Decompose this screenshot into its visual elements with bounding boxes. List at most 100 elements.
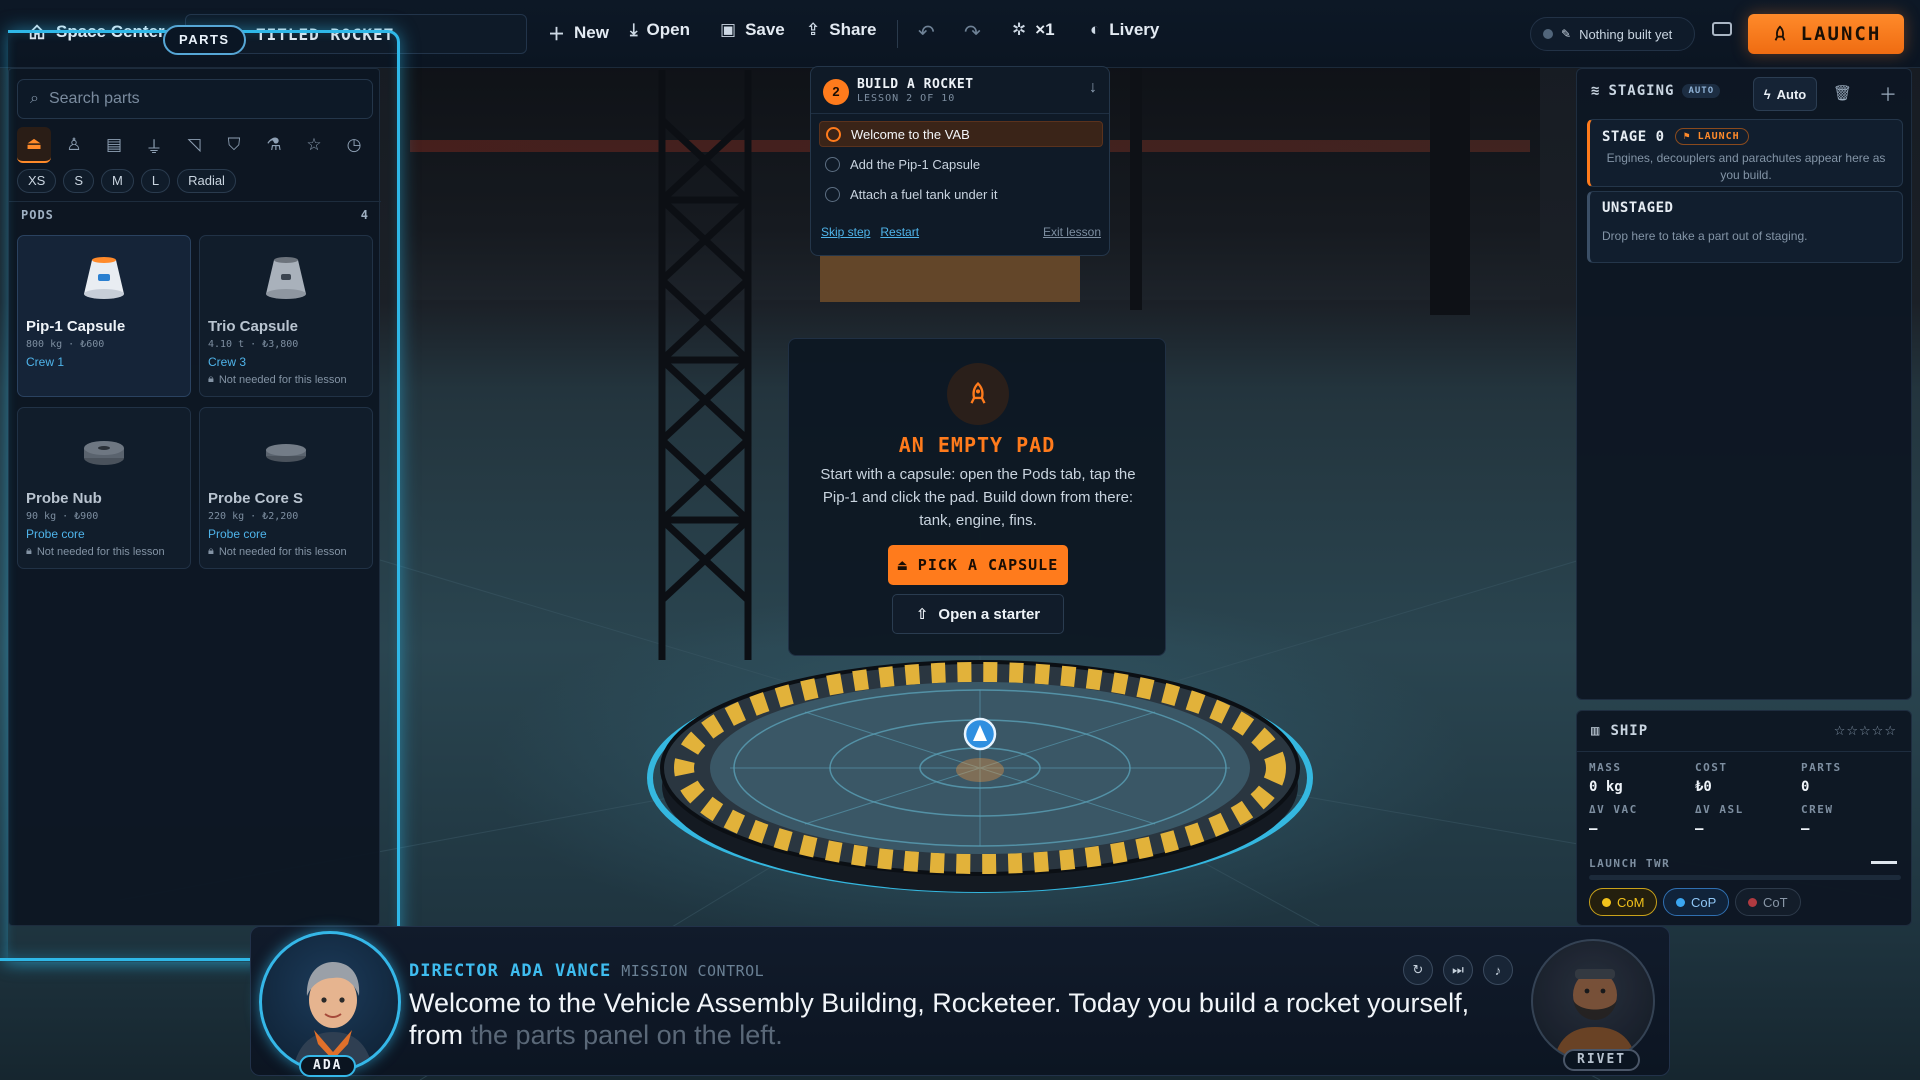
ada-portrait <box>259 931 401 1073</box>
launch-button[interactable]: LAUNCH <box>1748 14 1904 54</box>
search-input[interactable] <box>48 90 349 108</box>
search-icon: ⌕ <box>30 90 39 107</box>
part-card-probe-nub[interactable]: Probe Nub 90 kg · ₺900 Probe core 🔒︎ Not … <box>17 407 191 569</box>
recent-icon[interactable]: ◷ <box>337 127 371 163</box>
share-icon: ⇪ <box>806 20 821 39</box>
open-button[interactable]: ⤓ Open <box>630 20 690 40</box>
livery-button[interactable]: ◐ Livery <box>1090 20 1159 40</box>
lock-icon: 🔒︎ <box>208 373 214 385</box>
lesson-step-3[interactable]: Attach a fuel tank under it <box>819 181 1103 207</box>
unstaged-dropzone[interactable]: UNSTAGED Drop here to take a part out of… <box>1587 191 1903 263</box>
category-tabs: ⏏ ♙ ▤ ⏚ ◹ ⛉ ⚗ ☆ ◷ <box>17 127 371 163</box>
rocket-icon <box>1774 25 1785 41</box>
parts-panel: ⌕ ⏏ ♙ ▤ ⏚ ◹ ⛉ ⚗ ☆ ◷ XS S M L Radial PODS… <box>8 68 381 926</box>
lesson-step-2[interactable]: Add the Pip-1 Capsule <box>819 151 1103 177</box>
space-center-label: Space Center <box>56 22 165 41</box>
cop-toggle[interactable]: CoP <box>1663 888 1730 916</box>
launch-label: LAUNCH <box>1800 23 1882 45</box>
replay-icon[interactable]: ↻ <box>1403 955 1433 985</box>
parts-tab-chip[interactable]: PARTS <box>163 25 246 55</box>
volume-icon[interactable]: ♪ <box>1483 955 1513 985</box>
size-filter-l[interactable]: L <box>140 169 171 193</box>
restart-link[interactable]: Restart <box>880 225 919 239</box>
part-type: Probe core <box>26 527 85 541</box>
section-count: 4 <box>360 208 369 222</box>
rivet-avatar <box>1553 969 1637 1061</box>
divider <box>1577 751 1911 752</box>
open-starter-button[interactable]: ⇧ Open a starter <box>892 594 1064 634</box>
stage-0[interactable]: STAGE 0 ⚑ LAUNCH Engines, decouplers and… <box>1587 119 1903 187</box>
com-toggle[interactable]: CoM <box>1589 888 1658 916</box>
add-stage-icon[interactable]: ＋ <box>1879 81 1897 107</box>
lock-text: Not needed for this lesson <box>36 545 165 558</box>
pick-capsule-button[interactable]: ⏏ PICK A CAPSULE <box>888 545 1068 585</box>
exit-lesson-link[interactable]: Exit lesson <box>1043 225 1101 239</box>
ship-title: SHIP <box>1610 723 1649 739</box>
fins-icon[interactable]: ◹ <box>177 127 211 163</box>
tanks-icon[interactable]: ▤ <box>97 127 131 163</box>
new-button[interactable]: ＋ New <box>548 20 609 45</box>
cot-toggle[interactable]: CoT <box>1735 888 1801 916</box>
part-card-probe-core-s[interactable]: Probe Core S 220 kg · ₺2,200 Probe core … <box>199 407 373 569</box>
space-center-button[interactable]: Space Center <box>28 22 165 42</box>
size-filter-radial[interactable]: Radial <box>177 169 236 193</box>
share-button[interactable]: ⇪ Share <box>806 20 877 40</box>
redo-icon[interactable]: ↷ <box>964 20 981 45</box>
undo-icon[interactable]: ↶ <box>918 20 935 45</box>
divider <box>811 113 1109 114</box>
keyboard-icon[interactable] <box>1712 22 1732 36</box>
collapse-icon[interactable]: ↓ <box>1089 79 1097 97</box>
stage-description: Engines, decouplers and parachutes appea… <box>1606 151 1886 182</box>
search-box[interactable]: ⌕ <box>17 79 373 119</box>
auto-button-label: Auto <box>1776 86 1807 102</box>
size-filter-xs[interactable]: XS <box>17 169 57 193</box>
save-label: Save <box>745 20 785 39</box>
size-filter-m[interactable]: M <box>101 169 134 193</box>
lock-text: Not needed for this lesson <box>218 545 347 558</box>
step-label: Welcome to the VAB <box>851 126 970 142</box>
part-lock-note: 🔒︎ Not needed for this lesson <box>208 545 364 558</box>
engines-icon[interactable]: ♙ <box>57 127 91 163</box>
cot-label: CoT <box>1763 894 1788 910</box>
symmetry-button[interactable]: ✲ ×1 <box>1012 20 1055 40</box>
pencil-icon: ✎ <box>1561 27 1572 41</box>
launch-pad[interactable] <box>640 650 1330 910</box>
new-label: New <box>574 22 609 42</box>
auto-stage-button[interactable]: ϟ Auto <box>1753 77 1817 111</box>
trash-icon[interactable]: 🗑︎ <box>1833 84 1852 102</box>
part-name: Probe Nub <box>26 490 102 507</box>
auto-tag: AUTO <box>1682 84 1721 98</box>
speaker-name: DIRECTOR ADA VANCE <box>409 961 612 981</box>
pods-icon[interactable]: ⏏ <box>17 127 51 163</box>
science-icon[interactable]: ⚗ <box>257 127 291 163</box>
build-status: ✎ Nothing built yet <box>1530 17 1695 51</box>
favorites-icon[interactable]: ☆ <box>297 127 331 163</box>
step-ring-icon <box>825 156 840 172</box>
size-filter-s[interactable]: S <box>63 169 95 193</box>
dialog-text-pending: the parts panel on the left. <box>470 1020 783 1050</box>
parachutes-icon[interactable]: ⛉ <box>217 127 251 163</box>
part-meta: 800 kg · ₺600 <box>26 339 105 350</box>
skip-step-link[interactable]: Skip step <box>821 225 870 239</box>
part-card-pip1[interactable]: Pip-1 Capsule 800 kg · ₺600 Crew 1 <box>17 235 191 397</box>
stage-title: STAGE 0 ⚑ LAUNCH <box>1602 128 1890 145</box>
toolbar-divider <box>897 20 898 48</box>
unstaged-title: UNSTAGED <box>1602 200 1674 216</box>
part-lock-note: 🔒︎ Not needed for this lesson <box>208 373 364 386</box>
save-button[interactable]: ▣ Save <box>720 20 785 40</box>
layers-icon: ≋ <box>1591 83 1601 99</box>
rocket-icon <box>947 363 1009 425</box>
step-ring-icon <box>826 126 841 142</box>
part-card-trio[interactable]: Trio Capsule 4.10 t · ₺3,800 Crew 3 🔒︎ No… <box>199 235 373 397</box>
step-ring-icon <box>825 186 840 202</box>
part-name: Pip-1 Capsule <box>26 318 126 335</box>
ship-stats-panel: ▥ SHIP ☆☆☆☆☆ MASS 0 kg COST ₺0 PARTS 0 ΔV V… <box>1576 710 1912 926</box>
skip-forward-icon[interactable]: ⏭ <box>1443 955 1473 985</box>
staging-title: STAGING <box>1608 83 1675 99</box>
decouplers-icon[interactable]: ⏚ <box>137 127 171 163</box>
lesson-number: 2 <box>823 79 849 105</box>
lesson-title: BUILD A ROCKET <box>857 77 974 92</box>
lesson-step-1[interactable]: Welcome to the VAB <box>819 121 1103 147</box>
lesson-actions: Skip step Restart Exit lesson <box>821 225 1101 239</box>
part-crew: Crew 1 <box>26 355 65 369</box>
